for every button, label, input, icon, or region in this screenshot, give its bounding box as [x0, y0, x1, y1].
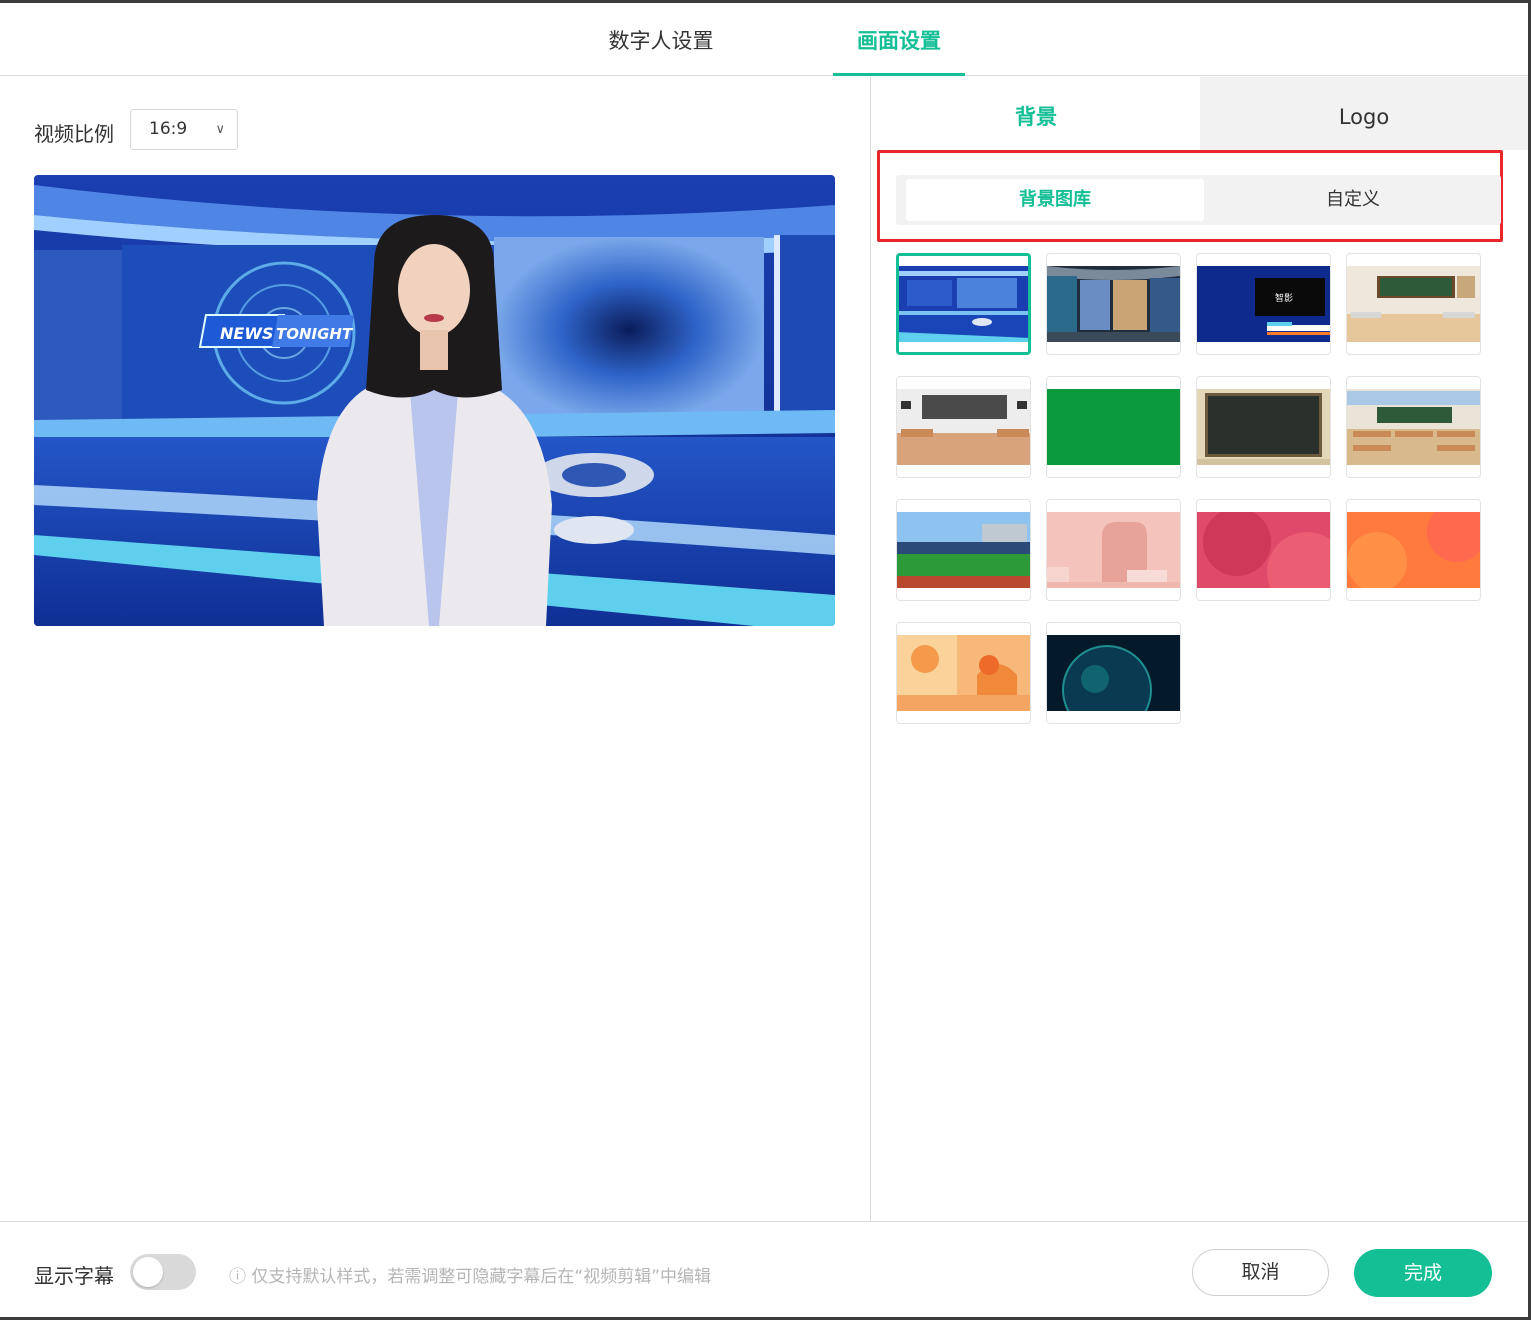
show-subtitle-label: 显示字幕: [34, 1264, 114, 1288]
segment-background-library[interactable]: 背景图库: [906, 179, 1204, 221]
cancel-button[interactable]: 取消: [1192, 1249, 1329, 1296]
background-thumb-classroom-desks[interactable]: [1346, 376, 1481, 478]
background-thumb-classroom-green-board[interactable]: [1346, 253, 1481, 355]
video-preview: NEWS TONIGHT: [34, 175, 835, 626]
tab-digital-human-settings[interactable]: 数字人设置: [596, 25, 726, 76]
video-ratio-select[interactable]: 16:9 ∨: [130, 109, 238, 150]
subtitle-hint-text: ⓘ 仅支持默认样式，若需调整可隐藏字幕后在“视频剪辑”中编辑: [229, 1267, 712, 1287]
background-thumb-orange-stage[interactable]: [896, 622, 1031, 724]
preview-news-text: NEWS: [220, 324, 274, 343]
chevron-down-icon: ∨: [215, 122, 225, 137]
scene-settings-dialog: 数字人设置 画面设置 视频比例 16:9 ∨ NEWS TONIGHT 背景 L…: [0, 3, 1528, 1317]
background-thumb-news-studio[interactable]: [896, 253, 1031, 355]
tab-logo[interactable]: Logo: [1200, 77, 1528, 150]
background-panel: 背景 Logo 背景图库 自定义 智影: [872, 77, 1528, 1221]
segment-custom[interactable]: 自定义: [1204, 179, 1502, 221]
background-thumb-orange-gradient[interactable]: [1346, 499, 1481, 601]
background-logo-tabs: 背景 Logo: [872, 77, 1528, 150]
thumb-logo-text: 智影: [1275, 292, 1293, 304]
background-thumb-blackboard[interactable]: [1196, 376, 1331, 478]
toggle-knob: [133, 1257, 163, 1287]
background-source-segmented: 背景图库 自定义: [896, 175, 1501, 225]
background-source-highlight: 背景图库 自定义: [877, 150, 1503, 242]
show-subtitle-toggle[interactable]: [130, 1254, 196, 1290]
tab-background[interactable]: 背景: [872, 77, 1200, 150]
video-ratio-label: 视频比例: [34, 122, 114, 146]
video-ratio-value: 16:9: [149, 119, 188, 139]
background-thumb-zhiying-brand[interactable]: 智影: [1196, 253, 1331, 355]
background-thumb-rose-bokeh[interactable]: [1196, 499, 1331, 601]
background-thumb-green-screen[interactable]: [1046, 376, 1181, 478]
background-thumb-pink-arch[interactable]: [1046, 499, 1181, 601]
bottom-bar: 显示字幕 ⓘ 仅支持默认样式，若需调整可隐藏字幕后在“视频剪辑”中编辑 取消 完…: [0, 1221, 1528, 1317]
preview-panel: 视频比例 16:9 ∨ NEWS TONIGHT: [0, 77, 871, 1221]
done-button[interactable]: 完成: [1354, 1249, 1492, 1297]
background-thumb-digital-earth[interactable]: [1046, 622, 1181, 724]
news-studio-preview-image: NEWS TONIGHT: [34, 175, 835, 626]
tab-scene-settings[interactable]: 画面设置: [833, 25, 965, 76]
background-thumb-city-hall[interactable]: [1046, 253, 1181, 355]
background-thumb-classroom-dark-board[interactable]: [896, 376, 1031, 478]
top-tab-bar: 数字人设置 画面设置: [0, 3, 1528, 76]
background-thumb-stadium[interactable]: [896, 499, 1031, 601]
preview-tonight-text: TONIGHT: [276, 325, 354, 343]
